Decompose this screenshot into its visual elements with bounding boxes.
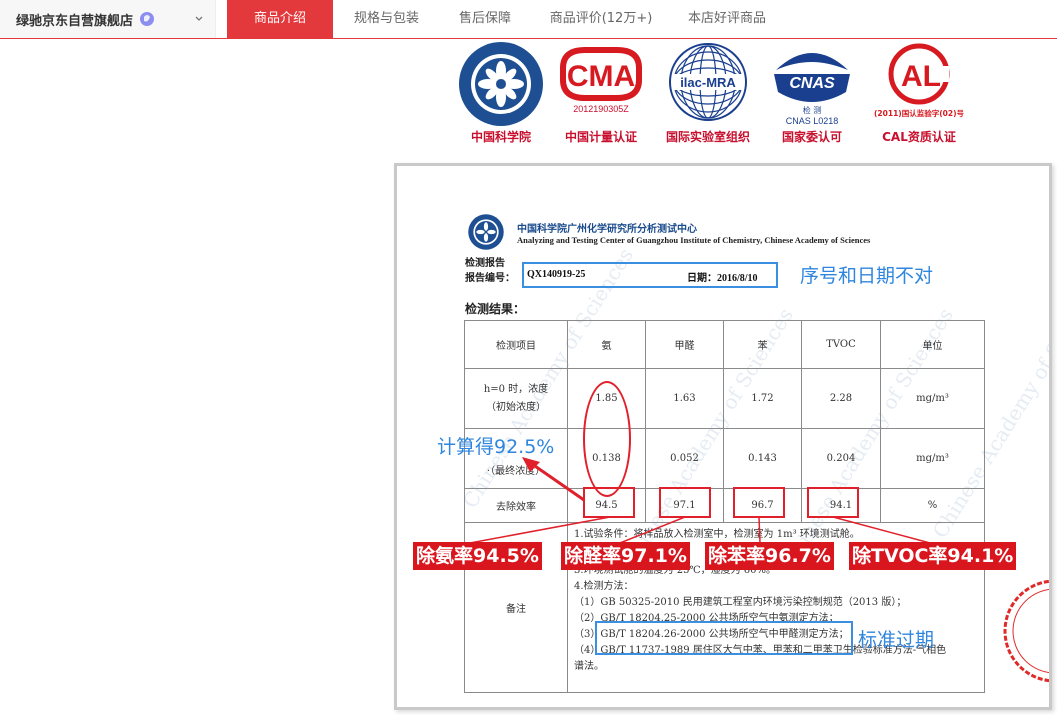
shop-selector[interactable]: 绿驰京东自营旗舰店 xyxy=(0,0,216,38)
note-line: 谱法。 xyxy=(574,661,604,672)
ammonia-circle xyxy=(583,381,631,497)
chevron-down-icon[interactable] xyxy=(193,13,205,25)
value-box-formaldehyde xyxy=(659,487,711,518)
value-box-tvoc xyxy=(807,487,859,518)
report-number-label: 报告编号： xyxy=(465,273,515,284)
svg-text:检 测: 检 测 xyxy=(803,105,822,115)
table-cell: h=0 时，浓度 （初始浓度） xyxy=(464,368,568,429)
row-label: （初始浓度） xyxy=(486,401,546,413)
tag-formaldehyde-rate: 除醛率97.1% xyxy=(561,542,690,570)
table-row: 检测项目 氨 甲醛 苯 TVOC 单位 xyxy=(464,320,985,369)
cas-seal-icon xyxy=(468,214,504,250)
table-cell: 单位 xyxy=(880,320,985,369)
svg-text:(2011)国认监验字(02)号: (2011)国认监验字(02)号 xyxy=(874,108,965,118)
report-org-cn: 中国科学院广州化学研究所分析测试中心 xyxy=(517,224,697,235)
table-cell: TVOC xyxy=(801,320,881,369)
value-box-benzene xyxy=(733,487,785,518)
cert-cnas: CNAS 检 测 CNAS L0218 国家委认可 xyxy=(766,40,858,145)
svg-text:ilac-MRA: ilac-MRA xyxy=(680,75,736,90)
standard-highlight-box xyxy=(595,621,853,655)
table-cell: 检测项目 xyxy=(464,320,568,369)
serial-highlight-box xyxy=(522,262,778,288)
tag-tvoc-rate: 除TVOC率94.1% xyxy=(849,542,1017,570)
annotation-standard-expired: 标准过期 xyxy=(858,629,935,651)
annotation-serial-date: 序号和日期不对 xyxy=(800,265,934,287)
report-title: 检测报告 xyxy=(465,258,505,269)
cert-label: 国际实验室组织 xyxy=(665,130,750,144)
svg-text:CMA: CMA xyxy=(567,60,635,93)
arrow-icon xyxy=(522,457,585,502)
tag-benzene-rate: 除苯率96.7% xyxy=(705,542,834,570)
svg-text:2012190305Z: 2012190305Z xyxy=(573,104,629,114)
table-cell: 1.72 xyxy=(723,368,802,429)
table-cell: 2.28 xyxy=(801,368,881,429)
table-cell: 0.052 xyxy=(645,428,724,489)
cert-cal: AL (2011)国认监验字(02)号 CAL资质认证 xyxy=(873,40,965,145)
verified-badge-icon xyxy=(140,12,155,26)
cert-label: 中国科学院 xyxy=(470,130,531,144)
cert-cma: CMA 2012190305Z 中国计量认证 xyxy=(555,40,647,145)
cert-ilac: ilac-MRA 国际实验室组织 xyxy=(662,40,754,145)
shop-name: 绿驰京东自营旗舰店 xyxy=(16,13,134,29)
table-cell: 氨 xyxy=(567,320,646,369)
cert-label: 中国计量认证 xyxy=(564,130,637,144)
cal-logo-icon: AL (2011)国认监验字(02)号 xyxy=(874,43,965,118)
tab-product-intro[interactable]: 商品介绍 xyxy=(227,0,333,38)
svg-text:AL: AL xyxy=(901,60,941,93)
row-label: h=0 时，浓度 xyxy=(483,383,549,395)
cert-cas: 中国科学院 xyxy=(455,40,547,145)
cert-label: 国家委认可 xyxy=(781,130,842,144)
cma-logo-icon: CMA 2012190305Z xyxy=(560,47,642,114)
svg-text:CNAS L0218: CNAS L0218 xyxy=(786,116,839,126)
note-line: （1）GB 50325-2010 民用建筑工程室内环境污染控制规范（2013 版… xyxy=(574,597,907,608)
table-cell: 苯 xyxy=(723,320,802,369)
value-box-ammonia xyxy=(583,487,635,518)
svg-text:CNAS: CNAS xyxy=(789,75,835,92)
connector-lines xyxy=(469,516,931,544)
table-cell: 0.143 xyxy=(723,428,802,489)
tab-specs-packaging[interactable]: 规格与包装 xyxy=(333,0,440,38)
cas-seal-icon xyxy=(459,42,543,126)
table-cell: 0.204 xyxy=(801,428,881,489)
table-row: h=0 时，浓度 （初始浓度） 1.85 1.63 1.72 2.28 mg/m… xyxy=(464,368,985,429)
ilac-mra-logo-icon: ilac-MRA xyxy=(669,43,747,121)
table-cell: 甲醛 xyxy=(645,320,724,369)
cert-label: CAL资质认证 xyxy=(882,130,956,144)
table-cell: 1.63 xyxy=(645,368,724,429)
note-line: 4.检测方法： xyxy=(574,581,634,592)
tab-reviews[interactable]: 商品评价(12万+) xyxy=(530,0,672,38)
tab-store-favorites[interactable]: 本店好评商品 xyxy=(672,0,782,38)
product-tab-bar: 绿驰京东自营旗舰店 商品介绍 规格与包装 售后保障 商品评价(12万+) 本店好… xyxy=(0,0,1057,39)
red-stamp-icon xyxy=(1003,579,1049,683)
table-cell: mg/m³ xyxy=(880,428,985,489)
results-label: 检测结果： xyxy=(465,302,526,316)
tag-ammonia-rate: 除氨率94.5% xyxy=(413,542,542,570)
cnas-logo-icon: CNAS 检 测 CNAS L0218 xyxy=(774,53,850,126)
tab-after-sales[interactable]: 售后保障 xyxy=(440,0,530,38)
report-org-en: Analyzing and Testing Center of Guangzho… xyxy=(517,235,871,245)
table-cell: mg/m³ xyxy=(880,368,985,429)
